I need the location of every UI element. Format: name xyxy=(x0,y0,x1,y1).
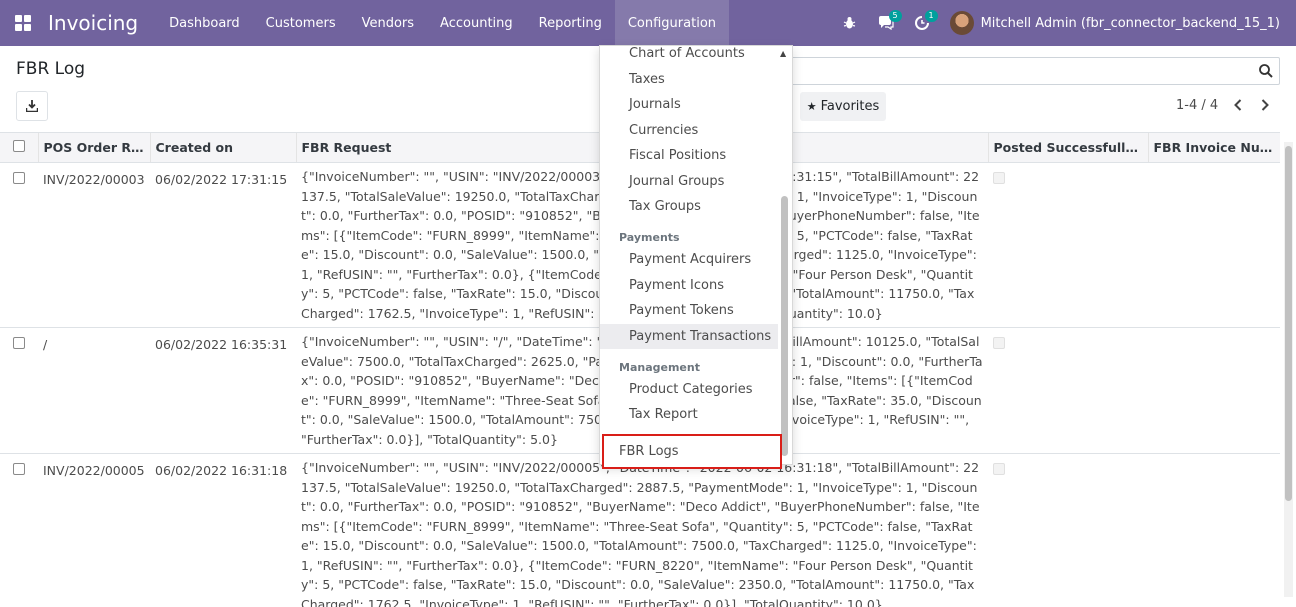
cell-posted-successfully xyxy=(988,327,1148,454)
configuration-dropdown: Chart of Accounts Taxes Journals Currenc… xyxy=(599,45,793,465)
cell-fbr-invoice-number xyxy=(1148,327,1280,454)
cell-posted-successfully xyxy=(988,162,1148,328)
chat-icon[interactable]: 5 xyxy=(868,0,904,46)
menu-dashboard[interactable]: Dashboard xyxy=(156,0,253,46)
favorites-label: Favorites xyxy=(820,99,880,114)
search-icon[interactable] xyxy=(1257,62,1275,80)
table-row[interactable]: INV/2022/00005 06/02/2022 16:31:18 {"Inv… xyxy=(0,453,1280,607)
column-header-pos-order[interactable]: POS Order Re... xyxy=(37,132,150,163)
select-all-checkbox[interactable] xyxy=(0,132,38,163)
cell-posted-successfully xyxy=(988,453,1148,607)
pager-previous-button[interactable] xyxy=(1231,96,1245,114)
menu-accounting[interactable]: Accounting xyxy=(427,0,526,46)
menu-item-fiscal-positions[interactable]: Fiscal Positions xyxy=(629,148,726,163)
menu-item-taxes[interactable]: Taxes xyxy=(629,72,665,87)
app-brand[interactable]: Invoicing xyxy=(48,11,138,35)
cell-pos-order: / xyxy=(38,327,150,454)
menu-item-journals[interactable]: Journals xyxy=(629,97,681,112)
cell-fbr-request: {"InvoiceNumber": "", "USIN": "INV/2022/… xyxy=(296,453,988,607)
column-header-fbr-invoice-number[interactable]: FBR Invoice Numbe... xyxy=(1147,132,1280,163)
menu-item-currencies[interactable]: Currencies xyxy=(629,123,698,138)
chevron-left-icon xyxy=(1234,99,1242,111)
user-menu[interactable]: Mitchell Admin (fbr_connector_backend_15… xyxy=(949,11,1280,35)
menu-header-management: Management xyxy=(619,361,700,374)
star-icon: ★ xyxy=(806,100,817,113)
top-navbar: Invoicing Dashboard Customers Vendors Ac… xyxy=(0,0,1296,46)
list-scrollbar[interactable] xyxy=(1284,142,1293,597)
column-header-posted-successfully[interactable]: Posted Successfully ? xyxy=(987,132,1148,163)
cell-pos-order: INV/2022/00003 xyxy=(38,162,150,328)
menu-vendors[interactable]: Vendors xyxy=(349,0,427,46)
menu-item-chart-of-accounts[interactable]: Chart of Accounts xyxy=(629,46,745,61)
bug-icon[interactable] xyxy=(832,0,868,46)
menu-item-fbr-logs[interactable]: FBR Logs xyxy=(602,434,782,469)
messages-badge: 5 xyxy=(888,10,902,22)
menu-item-payment-icons[interactable]: Payment Icons xyxy=(629,278,724,293)
row-checkbox[interactable] xyxy=(0,453,38,607)
menu-item-payment-acquirers[interactable]: Payment Acquirers xyxy=(629,252,751,267)
cell-pos-order: INV/2022/00005 xyxy=(38,453,150,607)
cell-created-on: 06/02/2022 16:31:18 xyxy=(150,453,296,607)
favorites-button[interactable]: ★ Favorites xyxy=(800,92,886,121)
dropdown-scrollbar[interactable]: ▲ xyxy=(779,46,789,464)
page-title: FBR Log xyxy=(16,59,86,79)
menu-item-tax-groups[interactable]: Tax Groups xyxy=(629,199,701,214)
menu-header-payments: Payments xyxy=(619,231,680,244)
scroll-up-icon[interactable]: ▲ xyxy=(780,49,786,58)
menu-item-product-categories[interactable]: Product Categories xyxy=(629,382,753,397)
pager-value[interactable]: 1-4 / 4 xyxy=(1176,98,1218,113)
row-checkbox[interactable] xyxy=(0,162,38,328)
cell-fbr-invoice-number xyxy=(1148,162,1280,328)
menu-item-journal-groups[interactable]: Journal Groups xyxy=(629,174,724,189)
column-header-created-on[interactable]: Created on xyxy=(149,132,296,163)
row-checkbox[interactable] xyxy=(0,327,38,454)
menu-configuration[interactable]: Configuration xyxy=(614,0,730,46)
menu-customers[interactable]: Customers xyxy=(253,0,349,46)
clock-icon[interactable]: 1 xyxy=(904,0,940,46)
avatar xyxy=(949,11,974,35)
download-icon xyxy=(26,100,38,112)
apps-menu-icon[interactable] xyxy=(0,0,46,46)
activities-badge: 1 xyxy=(924,10,938,22)
cell-fbr-invoice-number xyxy=(1148,453,1280,607)
search-input[interactable] xyxy=(790,57,1280,85)
menu-item-payment-transactions[interactable]: Payment Transactions xyxy=(600,324,778,349)
download-button[interactable] xyxy=(16,91,48,121)
pager-next-button[interactable] xyxy=(1258,96,1272,114)
cell-created-on: 06/02/2022 17:31:15 xyxy=(150,162,296,328)
chevron-right-icon xyxy=(1261,99,1269,111)
menu-item-payment-tokens[interactable]: Payment Tokens xyxy=(629,303,734,318)
menu-reporting[interactable]: Reporting xyxy=(526,0,615,46)
user-name: Mitchell Admin (fbr_connector_backend_15… xyxy=(980,15,1280,31)
cell-created-on: 06/02/2022 16:35:31 xyxy=(150,327,296,454)
menu-item-tax-report[interactable]: Tax Report xyxy=(629,407,698,422)
